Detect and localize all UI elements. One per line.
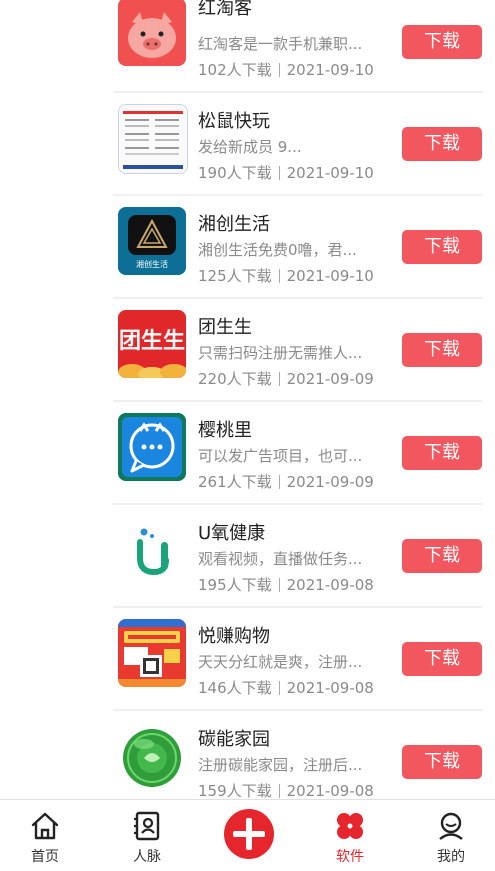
download-button[interactable]: 下载 xyxy=(402,642,482,676)
app-description: 红淘客是一款手机兼职... xyxy=(198,35,363,53)
publish-button[interactable] xyxy=(224,809,274,859)
release-date: 2021-09-09 xyxy=(286,473,374,491)
download-button[interactable]: 下载 xyxy=(402,127,482,161)
list-item[interactable]: 红淘客 红淘客是一款手机兼职... 102人下载 2021-09-10 下载 xyxy=(0,0,495,93)
list-item[interactable]: 松鼠快玩 发给新成员 9... 190人下载 2021-09-10 下载 xyxy=(0,93,495,196)
app-meta: 195人下载 2021-09-08 xyxy=(198,574,374,595)
release-date: 2021-09-10 xyxy=(286,164,374,182)
app-name: U氧健康 xyxy=(198,523,266,544)
home-icon xyxy=(31,812,59,840)
app-name: 红淘客 xyxy=(198,0,252,19)
plus-icon xyxy=(233,818,265,850)
list-item[interactable]: 樱桃里 可以发广告项目，也可... 261人下载 2021-09-09 下载 xyxy=(0,402,495,505)
list-item[interactable]: 悦赚购物 天天分红就是爽，注册... 146人下载 2021-09-08 下载 xyxy=(0,608,495,711)
profile-icon xyxy=(439,812,463,840)
app-meta: 190人下载 2021-09-10 xyxy=(198,162,374,183)
download-count: 261人下载 xyxy=(198,473,272,491)
download-button[interactable]: 下载 xyxy=(402,539,482,573)
app-name: 樱桃里 xyxy=(198,420,252,441)
release-date: 2021-09-08 xyxy=(286,782,374,800)
download-count: 159人下载 xyxy=(198,782,272,800)
download-count: 146人下载 xyxy=(198,679,272,697)
xiangchuang-logo-icon: 湘创生活 xyxy=(118,207,186,275)
app-name: 碳能家园 xyxy=(198,729,270,750)
release-date: 2021-09-10 xyxy=(286,61,374,79)
app-description: 天天分红就是爽，注册... xyxy=(198,653,363,671)
tab-contacts[interactable]: 人脉 xyxy=(107,800,187,871)
svg-text:团生生: 团生生 xyxy=(119,329,185,354)
shopping-poster-icon xyxy=(118,619,186,687)
app-name: 团生生 xyxy=(198,317,252,338)
clover-icon xyxy=(337,813,363,839)
app-description: 发给新成员 9... xyxy=(198,138,302,156)
app-name: 湘创生活 xyxy=(198,214,270,235)
tuanshengsheng-logo-icon: 团生生 xyxy=(118,310,186,378)
app-meta: 159人下载 2021-09-08 xyxy=(198,780,374,801)
download-count: 102人下载 xyxy=(198,61,272,79)
app-description: 只需扫码注册无需推人... xyxy=(198,344,363,362)
download-button[interactable]: 下载 xyxy=(402,25,482,59)
app-meta: 261人下载 2021-09-09 xyxy=(198,471,374,492)
u-logo-icon xyxy=(118,516,186,584)
download-button[interactable]: 下载 xyxy=(402,745,482,779)
tab-software[interactable]: 软件 xyxy=(310,800,390,871)
chat-bubble-icon xyxy=(118,413,186,481)
release-date: 2021-09-09 xyxy=(286,370,374,388)
release-date: 2021-09-10 xyxy=(286,267,374,285)
app-name: 松鼠快玩 xyxy=(198,111,270,132)
app-description: 注册碳能家园，注册后... xyxy=(198,756,363,774)
app-description: 可以发广告项目，也可... xyxy=(198,447,363,465)
document-screenshot-icon xyxy=(118,104,188,174)
svg-text:湘创生活: 湘创生活 xyxy=(136,259,168,269)
download-count: 125人下载 xyxy=(198,267,272,285)
download-count: 195人下载 xyxy=(198,576,272,594)
green-coin-icon xyxy=(118,722,186,790)
download-count: 220人下载 xyxy=(198,370,272,388)
app-description: 观看视频，直播做任务... xyxy=(198,550,363,568)
list-item[interactable]: U氧健康 观看视频，直播做任务... 195人下载 2021-09-08 下载 xyxy=(0,505,495,608)
download-button[interactable]: 下载 xyxy=(402,333,482,367)
app-meta: 102人下载 2021-09-10 xyxy=(198,59,374,80)
app-meta: 220人下载 2021-09-09 xyxy=(198,368,374,389)
tab-mine[interactable]: 我的 xyxy=(411,800,491,871)
contacts-icon xyxy=(134,811,160,841)
tab-home[interactable]: 首页 xyxy=(5,800,85,871)
list-item[interactable]: 团生生 团生生 只需扫码注册无需推人... 220人下载 2021-09-09 下… xyxy=(0,299,495,402)
release-date: 2021-09-08 xyxy=(286,576,374,594)
download-button[interactable]: 下载 xyxy=(402,230,482,264)
app-name: 悦赚购物 xyxy=(198,626,270,647)
tab-home-label: 首页 xyxy=(31,849,59,865)
download-count: 190人下载 xyxy=(198,164,272,182)
app-description: 湘创生活免费0噜，君... xyxy=(198,241,357,259)
list-item[interactable]: 湘创生活 湘创生活 湘创生活免费0噜，君... 125人下载 2021-09-10… xyxy=(0,196,495,299)
tab-mine-label: 我的 xyxy=(437,849,465,865)
download-button[interactable]: 下载 xyxy=(402,436,482,470)
release-date: 2021-09-08 xyxy=(286,679,374,697)
app-meta: 125人下载 2021-09-10 xyxy=(198,265,374,286)
tab-software-label: 软件 xyxy=(336,849,364,865)
app-meta: 146人下载 2021-09-08 xyxy=(198,677,374,698)
tab-contacts-label: 人脉 xyxy=(133,849,161,865)
pig-mascot-icon xyxy=(118,0,186,66)
